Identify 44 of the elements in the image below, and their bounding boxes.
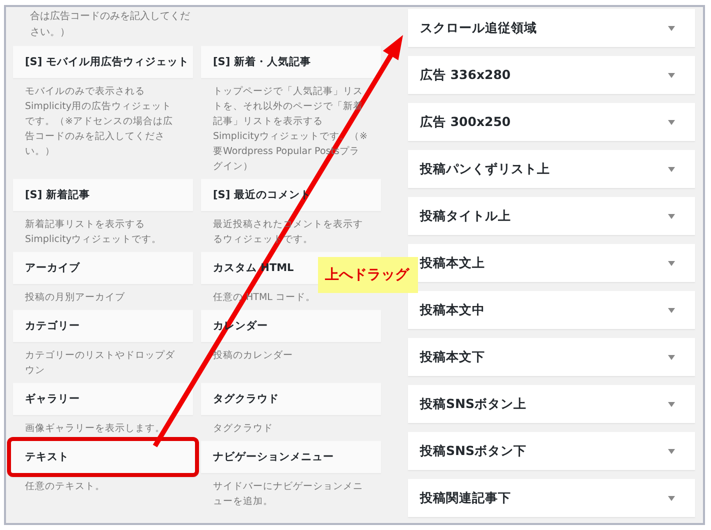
widget-description: 合は広告コードのみを記入してください。） [30,10,191,40]
widget-description: 投稿の月別アーカイブ [24,291,126,305]
widget-area[interactable]: 投稿関連記事下 [408,479,695,517]
widget-area-title: 投稿SNSボタン上 [420,396,526,412]
widget-description: 任意の HTML コード。 [212,291,316,305]
widget-area-title: 投稿本文上 [420,254,485,272]
widget-area[interactable]: 投稿パンくずリスト上 [408,150,695,188]
widget-description: 画像ギャラリーを表示します。 [24,422,166,436]
widget-area[interactable]: 投稿本文中 [408,291,695,329]
widget-description: 投稿のカレンダー [212,349,294,363]
widget-area-title: 投稿タイトル上 [420,208,511,224]
widget-area[interactable]: 投稿SNSボタン上 [408,385,695,423]
widget-area[interactable]: 投稿本文上 [408,244,695,282]
widget-title[interactable]: [S] 新着記事 [13,179,193,211]
widget-area-title: 投稿関連記事下 [420,490,511,506]
widget-title[interactable]: カテゴリー [13,310,193,342]
widget-title[interactable]: [S] モバイル用広告ウィジェット [13,46,193,78]
widget-area[interactable]: 広告 336x280 [408,56,695,94]
widget-area-title: 投稿本文下 [420,348,485,366]
drag-hint-tooltip: 上へドラッグ [318,257,418,293]
widget-description: 新着記事リストを表示するSimplicityウィジェットです。 [24,218,162,247]
widget-area[interactable]: 投稿本文下 [408,338,695,376]
widget-title[interactable]: アーカイブ [13,252,193,284]
widget-area-title: 投稿パンくずリスト上 [420,160,550,178]
widget-title[interactable]: ナビゲーションメニュー [201,441,381,473]
widget-description: 任意のテキスト。 [24,480,106,494]
widget-area[interactable]: 広告 300x250 [408,103,695,141]
widget-title[interactable]: [S] 新着・人気記事 [201,46,381,78]
widget-title[interactable]: タグクラウド [201,383,381,415]
widget-description: モバイルのみで表示されるSimplicity用の広告ウィジェットです。（※アドセンスの場合は広告コードのみを記入してください。） [24,85,174,159]
widget-description: サイドバーにナビゲーションメニューを追加。 [212,480,364,509]
widget-area[interactable]: 投稿タイトル上 [408,197,695,235]
widget-area[interactable]: 投稿SNSボタン下 [408,432,695,470]
widget-area-title: 投稿SNSボタン下 [420,442,526,460]
widget-title[interactable]: ギャラリー [13,383,193,415]
widget-area-title: 広告 300x250 [420,114,511,130]
widget-area-title: 投稿本文中 [420,302,485,318]
widget-area-title: 広告 336x280 [420,66,511,84]
widget-description: カテゴリーのリストやドロップダウン [24,349,176,378]
widget-description: タグクラウド [212,422,274,436]
widget-title[interactable]: テキスト [7,437,199,477]
widget-area[interactable]: スクロール追従領域 [408,9,695,47]
widget-area-title: スクロール追従領域 [420,20,537,36]
widget-title[interactable]: [S] 最近のコメント [201,179,381,211]
